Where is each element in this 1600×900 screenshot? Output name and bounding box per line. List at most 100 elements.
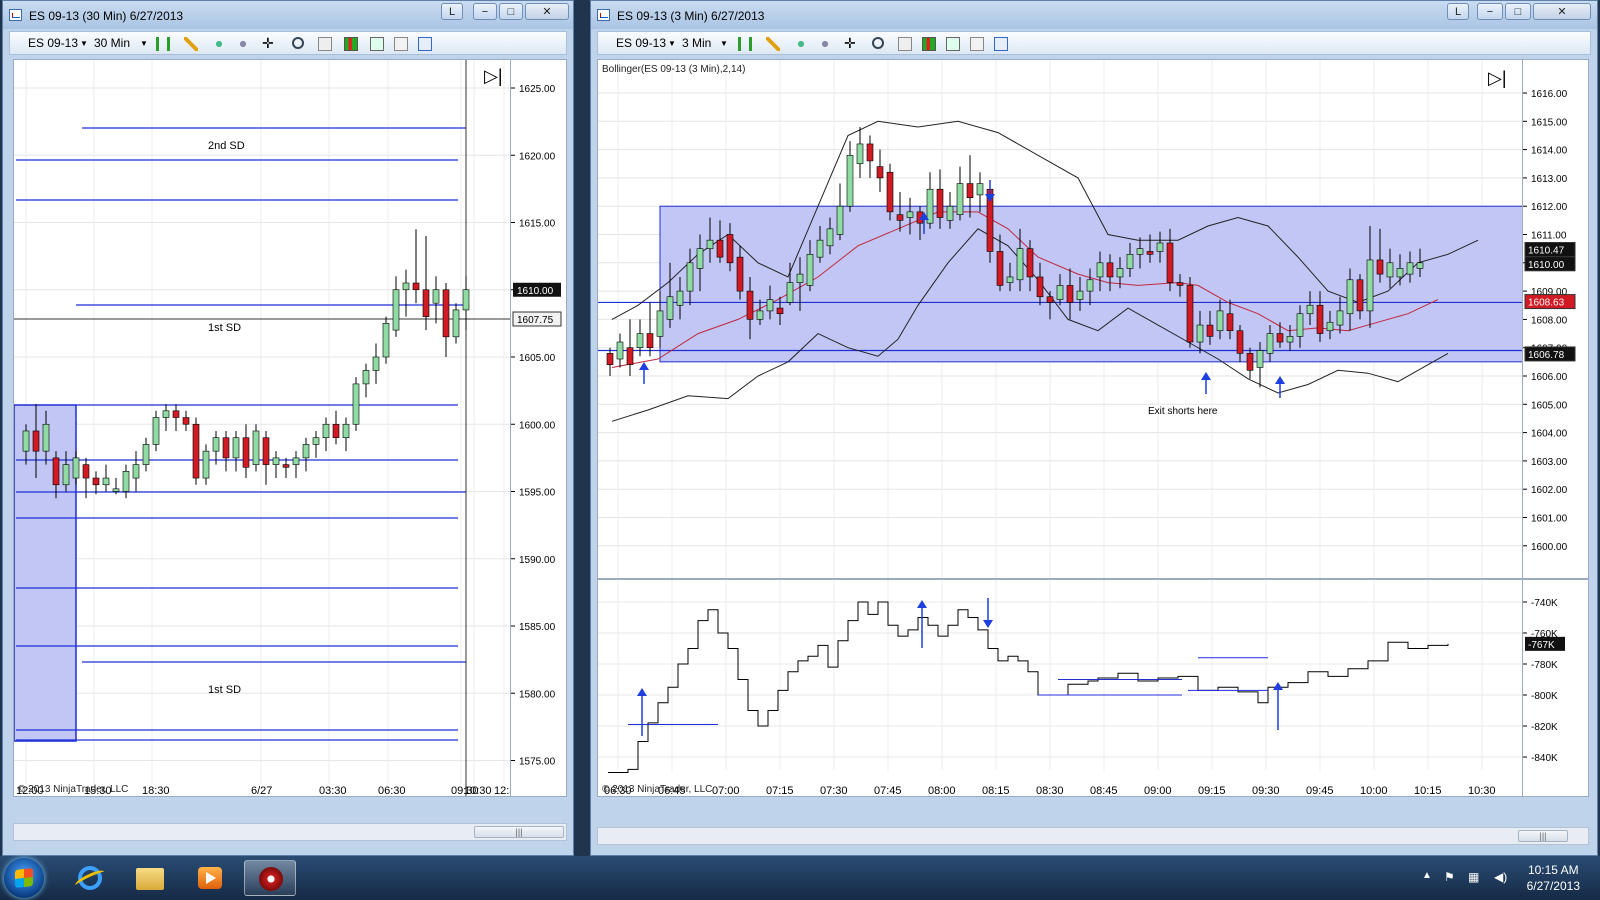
candle-body — [896, 214, 904, 221]
volume-speaker-icon[interactable]: ◀) — [1494, 870, 1507, 884]
candle-body — [606, 353, 614, 365]
strategy-icon[interactable] — [236, 37, 250, 51]
properties-icon[interactable] — [318, 37, 332, 51]
bollinger-indicator-label: Bollinger(ES 09-13 (3 Min),2,14) — [602, 64, 746, 75]
left-price-panel[interactable]: 12:00 15:30 18:30 6/27 03:30 06:30 09:30 10:30 1… — [13, 59, 511, 797]
candle-body — [1136, 248, 1144, 255]
candle-body — [82, 464, 90, 479]
left-horizontal-scrollbar[interactable]: ||| — [13, 823, 567, 841]
minimize-button[interactable]: − — [473, 3, 497, 20]
left-title-bar[interactable]: ES 09-13 (30 Min) 6/27/2013 L − □ ✕ — [3, 1, 573, 29]
pencil-draw-icon[interactable] — [184, 37, 198, 51]
link-lock-button[interactable]: L — [1447, 3, 1469, 20]
candle-body — [1186, 285, 1194, 343]
candle-body — [716, 239, 724, 258]
indicator-icon[interactable] — [794, 37, 808, 51]
time-axis-label: 12:30 — [494, 785, 511, 797]
candle-body — [142, 444, 150, 465]
price-axis-label: 1602.00 — [1531, 485, 1568, 496]
candle-body — [1236, 330, 1244, 354]
time-axis-label: 10:30 — [1468, 785, 1496, 797]
instrument-selector[interactable]: ES 09-13 — [28, 35, 78, 52]
last-price-label: 1610.00 — [517, 286, 554, 297]
snapshot-icon[interactable] — [970, 37, 984, 51]
pencil-draw-icon[interactable] — [766, 37, 780, 51]
jump-to-end-icon[interactable]: ▷| — [1488, 68, 1507, 89]
left-price-axis[interactable]: 1625.00 1620.00 1615.00 1610.00 1605.00 1600.… — [511, 59, 567, 797]
price-axis-label: 1608.00 — [1531, 315, 1568, 326]
instrument-dropdown-icon[interactable]: ▼ — [80, 35, 88, 52]
crosshair-icon[interactable]: ✛ — [262, 35, 274, 52]
data-box-icon[interactable] — [344, 37, 358, 51]
candle-body — [132, 464, 140, 479]
left-price-chart: 12:00 15:30 18:30 6/27 03:30 06:30 09:3010:30 1… — [14, 60, 511, 797]
chart-trader-icon[interactable] — [946, 37, 960, 51]
chart-trader-icon[interactable] — [370, 37, 384, 51]
data-box-icon[interactable] — [922, 37, 936, 51]
right-price-axis[interactable]: 1616.00 1615.00 1614.00 1613.00 1612.00 1611.… — [1523, 59, 1589, 579]
candle-body — [956, 183, 964, 215]
file-explorer-icon[interactable] — [124, 860, 176, 896]
media-player-icon[interactable] — [184, 860, 236, 896]
minimize-button[interactable]: − — [1477, 3, 1503, 20]
template-icon[interactable] — [418, 37, 432, 51]
link-lock-button[interactable]: L — [441, 3, 463, 20]
interval-dropdown-icon[interactable]: ▼ — [720, 35, 728, 52]
right-horizontal-scrollbar[interactable]: ||| — [597, 827, 1589, 845]
time-axis-label: 09:30 — [1252, 785, 1280, 797]
candle-body — [856, 143, 864, 165]
left-scroll-thumb[interactable]: ||| — [474, 826, 564, 838]
candle-body — [352, 383, 360, 425]
candle-body — [996, 251, 1004, 286]
internet-explorer-icon[interactable] — [64, 860, 116, 896]
maximize-button[interactable]: □ — [499, 3, 523, 20]
left-chart-window: ES 09-13 (30 Min) 6/27/2013 L − □ ✕ ES 0… — [2, 0, 574, 856]
price-axis-label: 1590.00 — [519, 555, 556, 566]
right-title-bar[interactable]: ES 09-13 (3 Min) 6/27/2013 L − □ ✕ — [591, 1, 1597, 29]
strategy-icon[interactable] — [818, 37, 832, 51]
bar-type-icon[interactable] — [738, 37, 752, 51]
volume-panel[interactable]: 06:30 06:45 07:00 07:15 07:30 07:45 08:00 08:15… — [597, 579, 1523, 797]
interval-selector[interactable]: 3 Min — [682, 35, 711, 52]
candle-body — [52, 457, 60, 486]
indicator-icon[interactable] — [212, 37, 226, 51]
close-button[interactable]: ✕ — [525, 3, 569, 20]
volume-axis-label: -780K — [1531, 660, 1558, 671]
taskbar-clock[interactable]: 10:15 AM 6/27/2013 — [1527, 862, 1580, 894]
zoom-icon[interactable] — [292, 37, 304, 49]
bar-type-icon[interactable] — [156, 37, 170, 51]
properties-icon[interactable] — [898, 37, 912, 51]
candle-body — [1086, 279, 1094, 292]
right-chart-toolbar: ES 09-13 ▼ 3 Min ▼ ✛ — [597, 31, 1591, 55]
right-scroll-thumb[interactable]: ||| — [1518, 830, 1568, 842]
crosshair-icon[interactable]: ✛ — [844, 35, 856, 52]
candle-body — [342, 423, 350, 438]
tray-expand-icon[interactable]: ▲ — [1422, 870, 1432, 881]
ninjatrader-icon[interactable] — [244, 860, 296, 896]
snapshot-icon[interactable] — [394, 37, 408, 51]
right-price-panel[interactable]: Bollinger(ES 09-13 (3 Min),2,14) Exit sh… — [597, 59, 1523, 579]
buy-signal-arrow — [639, 362, 649, 370]
time-axis-label: 09:00 — [1144, 785, 1172, 797]
close-button[interactable]: ✕ — [1533, 3, 1591, 20]
interval-dropdown-icon[interactable]: ▼ — [140, 35, 148, 52]
template-icon[interactable] — [994, 37, 1008, 51]
candle-body — [786, 282, 794, 303]
maximize-button[interactable]: □ — [1505, 3, 1531, 20]
level-label-lower-1sd: 1st SD — [208, 684, 242, 696]
interval-selector[interactable]: 30 Min — [94, 35, 130, 52]
instrument-dropdown-icon[interactable]: ▼ — [668, 35, 676, 52]
mid-band-price-label: 1608.63 — [1528, 298, 1565, 309]
action-center-flag-icon[interactable]: ⚑ — [1444, 870, 1455, 884]
windows-taskbar: ▲ ⚑ ▦ ◀) 10:15 AM 6/27/2013 — [0, 856, 1600, 900]
network-icon[interactable]: ▦ — [1468, 870, 1479, 884]
volume-axis[interactable]: -740K -760K -780K -800K -820K -840K -767K — [1523, 579, 1589, 797]
exit-shorts-annotation: Exit shorts here — [1148, 406, 1218, 417]
candle-body — [1156, 242, 1164, 252]
candle-body — [1096, 262, 1104, 278]
windows-start-icon[interactable] — [4, 858, 44, 898]
jump-to-end-icon[interactable]: ▷| — [484, 66, 503, 87]
instrument-selector[interactable]: ES 09-13 — [616, 35, 666, 52]
candle-body — [1066, 285, 1074, 303]
zoom-icon[interactable] — [872, 37, 884, 49]
